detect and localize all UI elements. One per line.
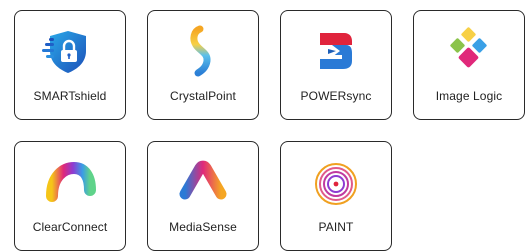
app-tile-mediasense[interactable]: MediaSense bbox=[147, 141, 259, 251]
app-label: CrystalPoint bbox=[170, 89, 236, 103]
app-label: POWERsync bbox=[300, 89, 372, 103]
app-label: SMARTshield bbox=[33, 89, 107, 103]
app-grid: SMARTshield CrystalPoint POWERsync Image… bbox=[14, 10, 525, 251]
diamond-grid-icon bbox=[441, 23, 497, 79]
shield-lock-icon bbox=[42, 23, 98, 79]
app-tile-paint[interactable]: PAINT bbox=[280, 141, 392, 251]
app-label: ClearConnect bbox=[32, 220, 108, 234]
app-tile-image-logic[interactable]: Image Logic bbox=[413, 10, 525, 120]
rainbow-arc-icon bbox=[42, 154, 98, 210]
app-label: MediaSense bbox=[169, 220, 237, 234]
app-tile-powersync[interactable]: POWERsync bbox=[280, 10, 392, 120]
concentric-circles-icon bbox=[308, 154, 364, 210]
app-label: Image Logic bbox=[435, 89, 503, 103]
crystal-s-icon bbox=[175, 23, 231, 79]
app-label: PAINT bbox=[318, 220, 354, 234]
app-tile-smartshield[interactable]: SMARTshield bbox=[14, 10, 126, 120]
chevron-a-icon bbox=[175, 154, 231, 210]
powersync-s-icon bbox=[308, 23, 364, 79]
app-tile-crystalpoint[interactable]: CrystalPoint bbox=[147, 10, 259, 120]
empty-slot bbox=[413, 141, 525, 251]
app-tile-clearconnect[interactable]: ClearConnect bbox=[14, 141, 126, 251]
